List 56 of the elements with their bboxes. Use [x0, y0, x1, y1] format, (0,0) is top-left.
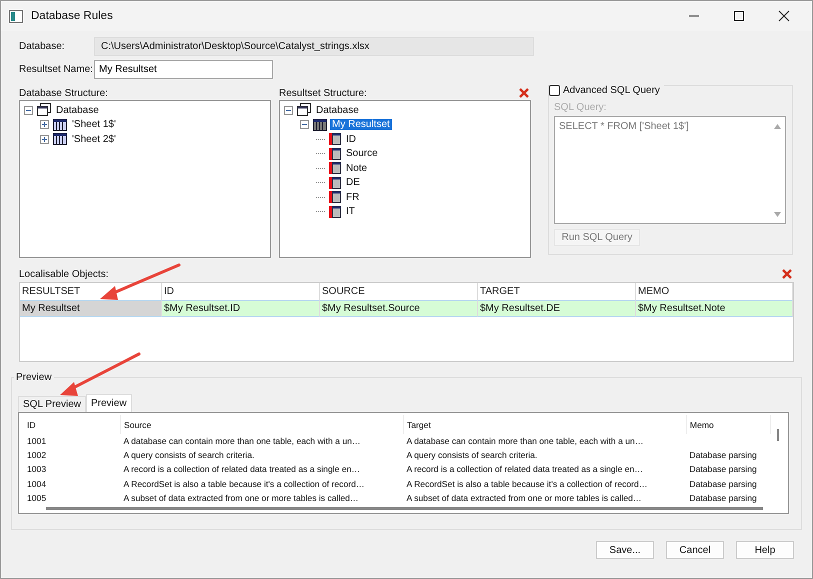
- database-path-field: C:\Users\Administrator\Desktop\Source\Catalyst_strings.xlsx: [94, 37, 534, 56]
- table-cell: 1004: [27, 478, 46, 489]
- table-cell: A database can contain more than one table, each with a un…: [406, 436, 644, 446]
- table-cell: 1002: [27, 450, 46, 460]
- table-cell: A record is a collection of related data treated as a single en…: [124, 464, 360, 474]
- section-label: Database Structure:: [19, 88, 108, 98]
- dialog-button[interactable]: Cancel: [666, 541, 724, 559]
- table-cell: A RecordSet is also a table because it's a collection of record…: [124, 478, 364, 489]
- table-cell: $My Resultset.Note: [636, 300, 793, 317]
- table-cell: Database parsing: [689, 450, 757, 460]
- tree-item[interactable]: IT: [344, 206, 357, 218]
- table-cell: $My Resultset.Source: [320, 300, 478, 317]
- tree-item[interactable]: DE: [344, 177, 362, 188]
- column-header[interactable]: Target: [403, 415, 686, 434]
- table-cell: $My Resultset.DE: [478, 300, 636, 317]
- tree-item[interactable]: My Resultset: [330, 119, 392, 130]
- tree-item[interactable]: ID: [344, 134, 358, 145]
- column-header[interactable]: Source: [120, 415, 404, 434]
- column-header[interactable]: ID: [24, 415, 120, 434]
- tree-item[interactable]: 'Sheet 2$': [70, 134, 118, 145]
- table-cell: 1001: [27, 436, 46, 446]
- table-cell: A subset of data extracted from one or more tables is called…: [124, 492, 359, 503]
- database-label: Database:: [19, 41, 66, 52]
- resultset-name-field[interactable]: My Resultset: [94, 60, 273, 79]
- preview-label: Preview: [14, 372, 54, 383]
- tree-item[interactable]: Database: [54, 104, 101, 116]
- section-label: Localisable Objects:: [19, 268, 108, 280]
- dialog-button[interactable]: Help: [736, 541, 794, 559]
- table-cell: A query consists of search criteria.: [406, 450, 538, 460]
- window-title: Database Rules: [31, 10, 114, 22]
- advanced-sql-label: Advanced SQL Query: [563, 85, 660, 96]
- table-cell: A query consists of search criteria.: [124, 450, 254, 460]
- table-cell: 1003: [27, 464, 46, 474]
- tab[interactable]: Preview: [86, 394, 132, 412]
- tree-item[interactable]: Note: [344, 162, 370, 174]
- dialog-button[interactable]: Save...: [596, 541, 654, 559]
- table-cell: $My Resultset.ID: [162, 300, 320, 317]
- table-cell: Database parsing: [689, 464, 757, 474]
- tree-item[interactable]: Source: [344, 148, 380, 160]
- section-label: Resultset Structure:: [279, 88, 367, 98]
- table-cell: A RecordSet is also a table because it's a collection of record…: [406, 478, 648, 489]
- resultset-name-label: Resultset Name:: [19, 64, 94, 75]
- tree-item[interactable]: FR: [344, 192, 362, 203]
- column-header[interactable]: Memo: [686, 415, 770, 434]
- tree-item[interactable]: Database: [314, 104, 361, 116]
- table-cell: Database parsing: [689, 492, 757, 503]
- table-cell: Database parsing: [689, 478, 757, 489]
- table-cell: A subset of data extracted from one or more tables is called…: [406, 492, 642, 503]
- table-cell: A record is a collection of related data treated as a single en…: [406, 464, 643, 474]
- table-cell: 1005: [27, 492, 46, 503]
- table-cell: My Resultset: [20, 300, 162, 317]
- sql-query-text: SELECT * FROM ['Sheet 1$']: [559, 121, 689, 134]
- table-cell: A database can contain more than one table, each with a un…: [124, 436, 360, 446]
- sql-query-label: SQL Query:: [554, 102, 608, 113]
- tab[interactable]: SQL Preview: [18, 396, 86, 412]
- tree-item[interactable]: 'Sheet 1$': [70, 119, 118, 130]
